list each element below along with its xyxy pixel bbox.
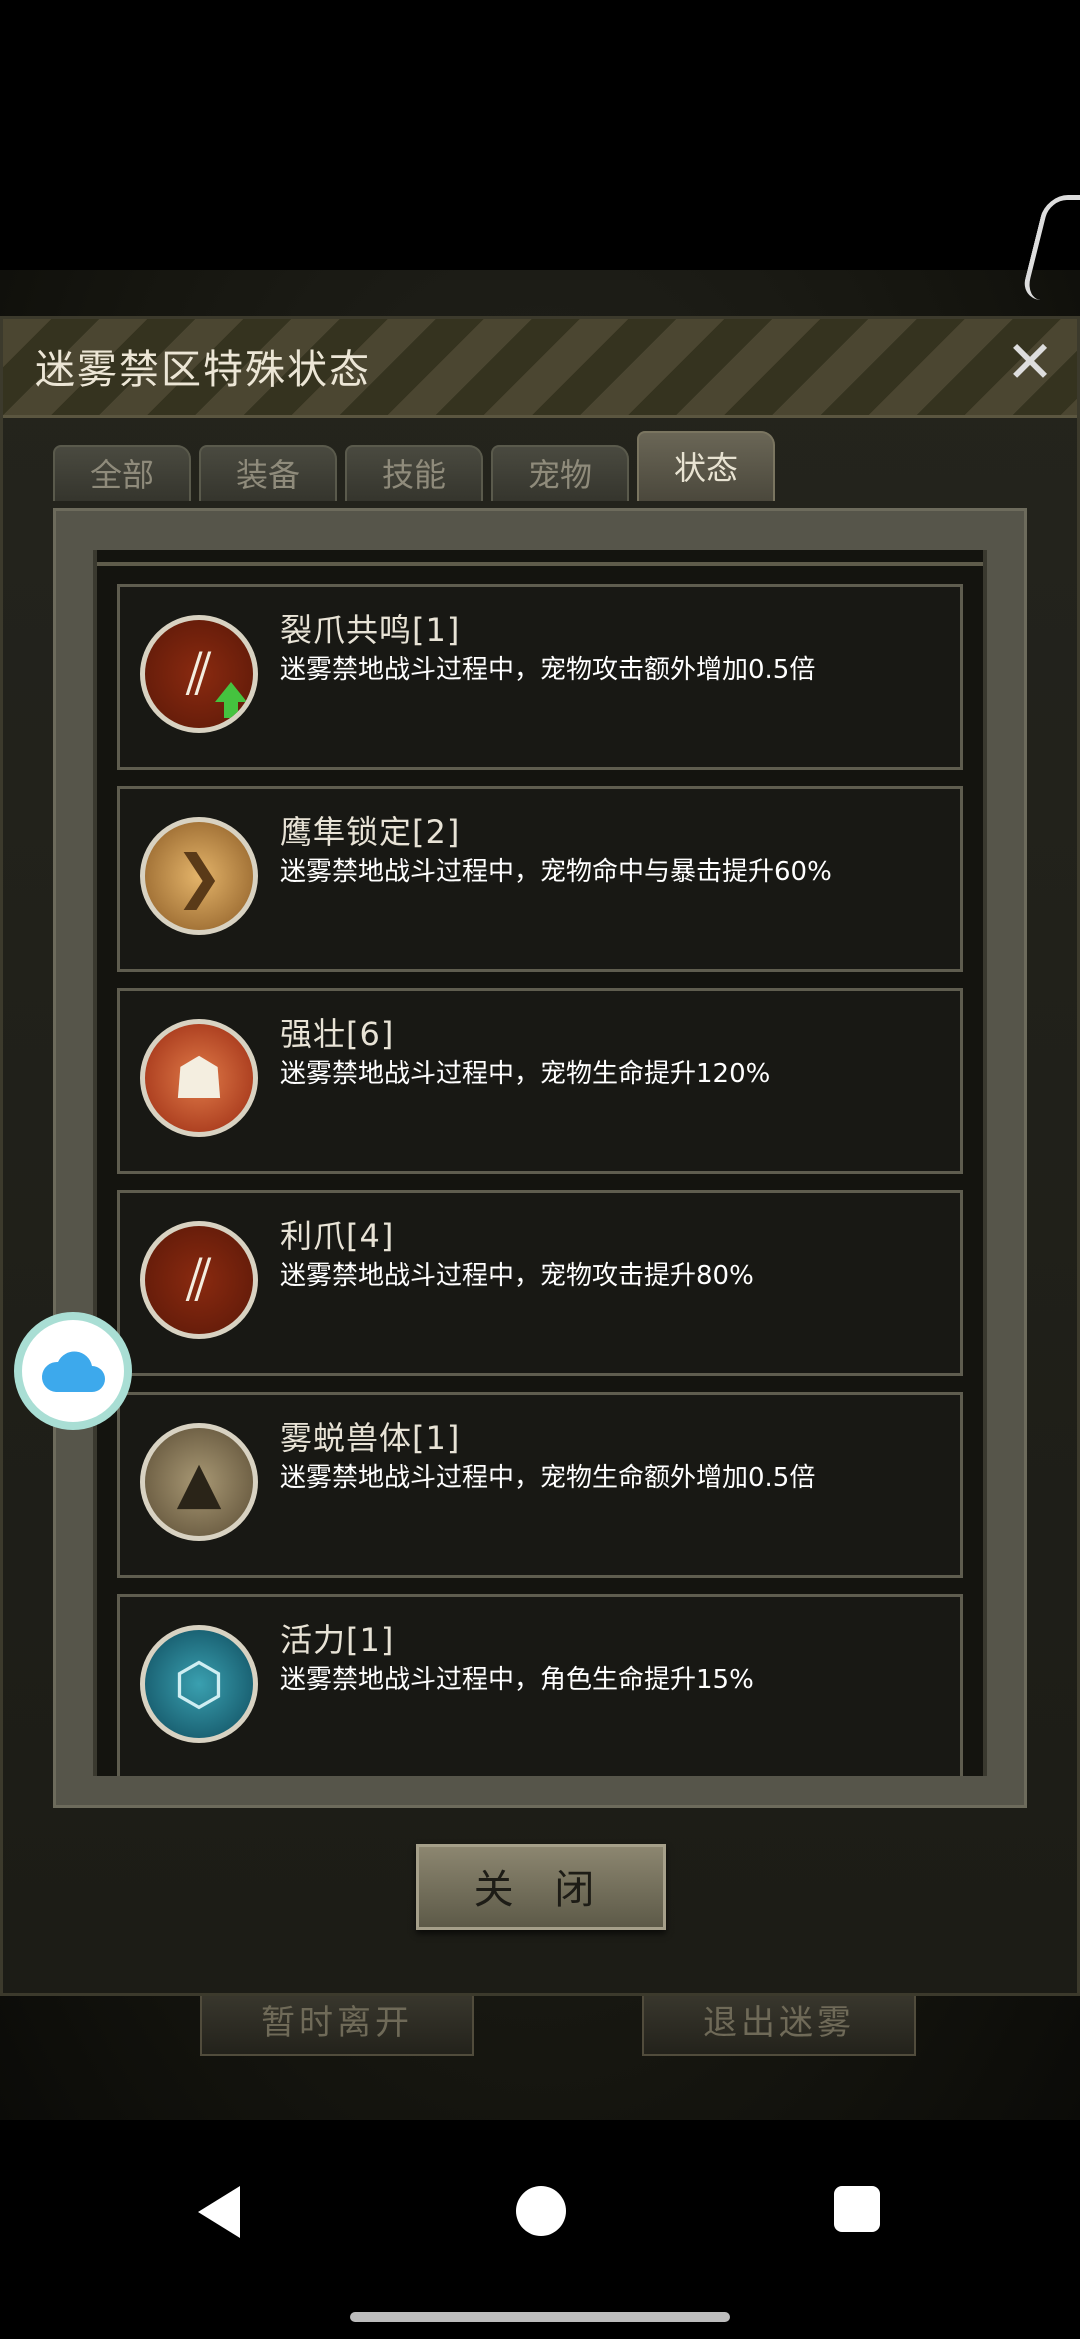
tab-status[interactable]: 状态 (637, 431, 775, 501)
buff-name: 雾蜕兽体[1] (280, 1419, 461, 1457)
cloud-icon[interactable] (14, 1312, 132, 1430)
home-icon[interactable] (516, 2186, 566, 2236)
claw-up-icon: ⫽ (140, 615, 258, 733)
back-icon[interactable] (198, 2186, 240, 2238)
buff-description: 迷雾禁地战斗过程中，宠物命中与暴击提升60% (280, 857, 832, 887)
buff-name: 利爪[4] (280, 1217, 395, 1255)
tab-equipment[interactable]: 装备 (199, 445, 337, 501)
claw-icon: ⫽ (140, 1221, 258, 1339)
buff-description: 迷雾禁地战斗过程中，宠物生命额外增加0.5倍 (280, 1463, 816, 1493)
wolf-icon: ▲ (140, 1423, 258, 1541)
buff-description: 迷雾禁地战斗过程中，宠物攻击额外增加0.5倍 (280, 655, 816, 685)
tab-skills[interactable]: 技能 (345, 445, 483, 501)
eagle-icon: ❯ (140, 817, 258, 935)
buff-description: 迷雾禁地战斗过程中，角色生命提升15% (280, 1665, 754, 1695)
recent-apps-icon[interactable] (834, 2186, 880, 2232)
beast-roar-icon: ☗ (140, 1019, 258, 1137)
list-top-edge (97, 550, 983, 566)
close-icon[interactable]: ✕ (999, 331, 1061, 393)
list-item: ☗ 强壮[6] 迷雾禁地战斗过程中，宠物生命提升120% (117, 988, 963, 1174)
list-item: ⫽ 裂爪共鸣[1] 迷雾禁地战斗过程中，宠物攻击额外增加0.5倍 (117, 584, 963, 770)
buff-name: 鹰隼锁定[2] (280, 813, 461, 851)
buff-description: 迷雾禁地战斗过程中，宠物攻击提升80% (280, 1261, 754, 1291)
tab-pets[interactable]: 宠物 (491, 445, 629, 501)
buff-name: 强壮[6] (280, 1015, 395, 1053)
list-item: ▲ 雾蜕兽体[1] 迷雾禁地战斗过程中，宠物生命额外增加0.5倍 (117, 1392, 963, 1578)
close-button[interactable]: 关 闭 (416, 1844, 666, 1930)
list-item: ⫽ 利爪[4] 迷雾禁地战斗过程中，宠物攻击提升80% (117, 1190, 963, 1376)
dialog-title-bar: 迷雾禁区特殊状态 ✕ (3, 319, 1077, 418)
list-item: ⬡ 活力[1] 迷雾禁地战斗过程中，角色生命提升15% (117, 1594, 963, 1776)
buff-name: 活力[1] (280, 1621, 395, 1659)
exit-fog-button[interactable]: 退出迷雾 (642, 1990, 916, 2056)
dialog-title: 迷雾禁区特殊状态 (35, 347, 371, 393)
buff-list[interactable]: ⫽ 裂爪共鸣[1] 迷雾禁地战斗过程中，宠物攻击额外增加0.5倍 ❯ 鹰隼锁定[… (93, 550, 987, 1776)
list-item: ❯ 鹰隼锁定[2] 迷雾禁地战斗过程中，宠物命中与暴击提升60% (117, 786, 963, 972)
system-navigation-bar (0, 2120, 1080, 2339)
buff-name: 裂爪共鸣[1] (280, 611, 461, 649)
gesture-bar[interactable] (350, 2312, 730, 2322)
molecule-icon: ⬡ (140, 1625, 258, 1743)
buff-description: 迷雾禁地战斗过程中，宠物生命提升120% (280, 1059, 771, 1089)
tab-all[interactable]: 全部 (53, 445, 191, 501)
leave-temporarily-button[interactable]: 暂时离开 (200, 1990, 474, 2056)
